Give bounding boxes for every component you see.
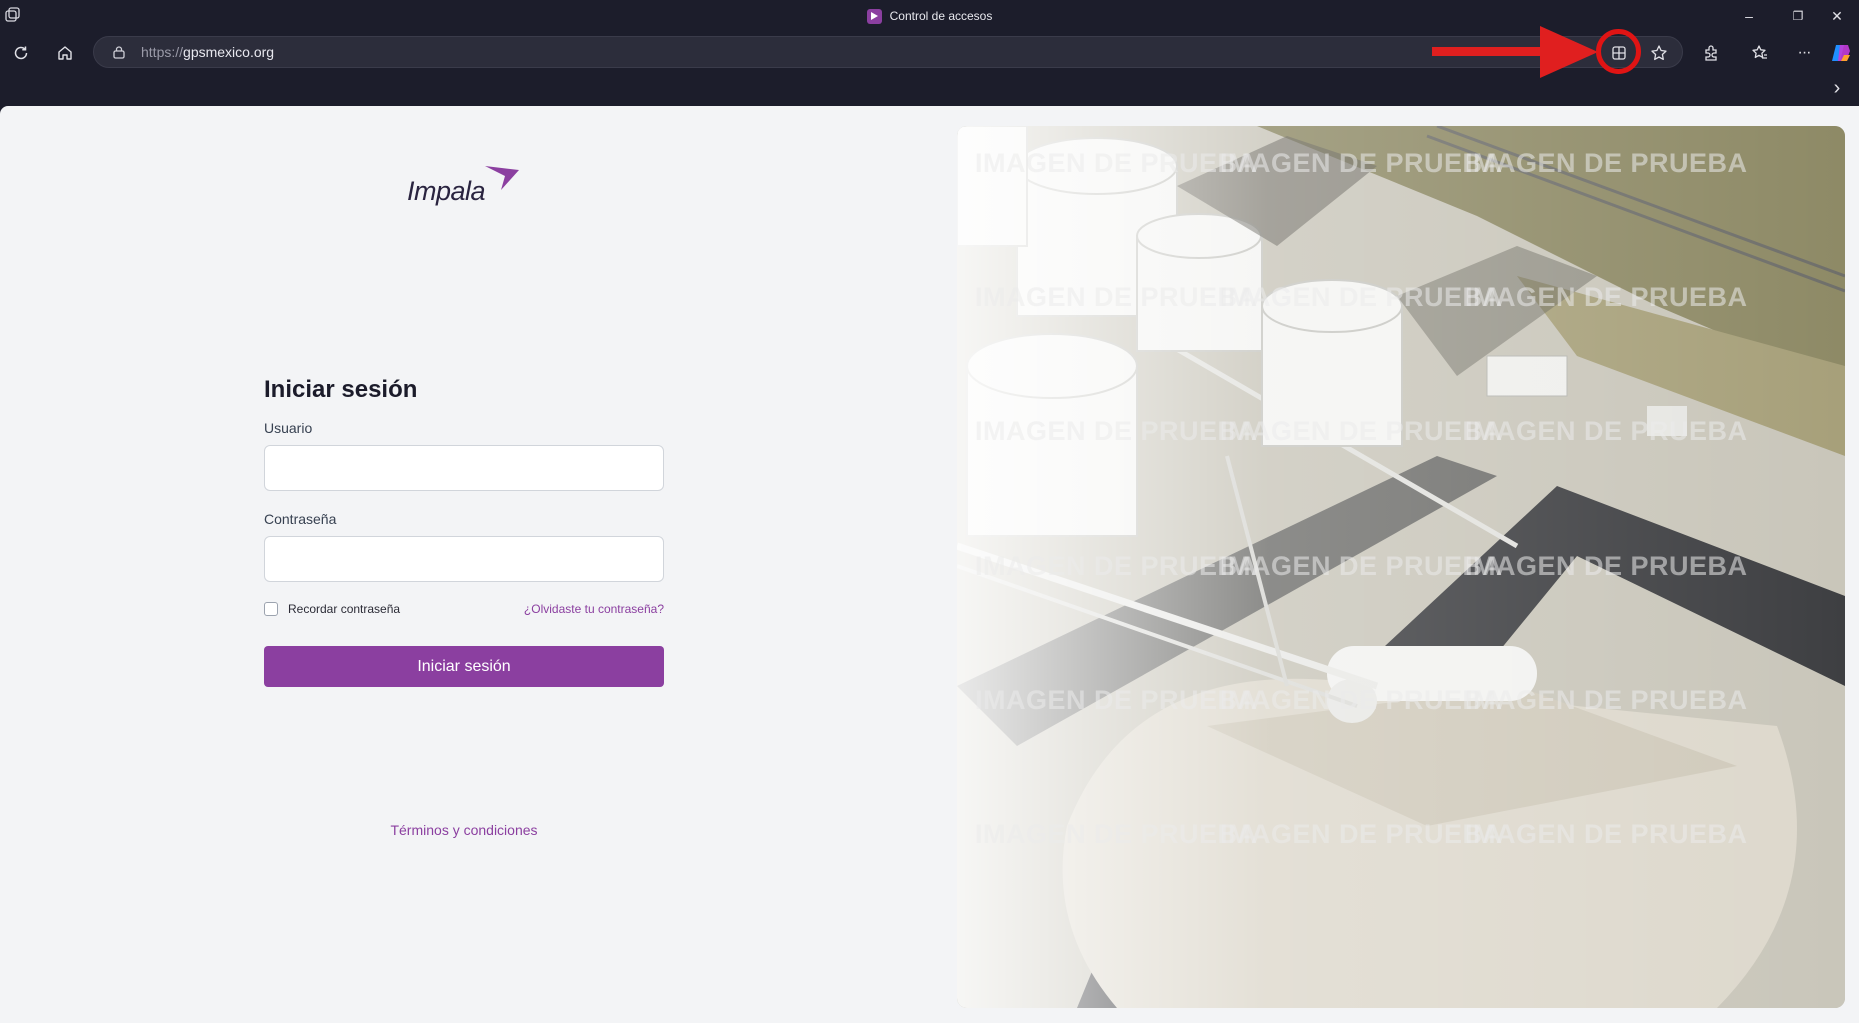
url-host: gpsmexico.org [183, 44, 275, 60]
options-row: Recordar contraseña ¿Olvidaste tu contra… [264, 599, 664, 619]
remember-checkbox[interactable] [264, 602, 278, 616]
bookmarks-bar: › [0, 74, 1859, 106]
star-icon [1651, 45, 1667, 61]
watermark: IMAGEN DE PRUEBA [1220, 819, 1503, 849]
password-input[interactable] [264, 536, 664, 582]
extensions-icon [1705, 45, 1717, 61]
favorite-star-button[interactable] [1647, 41, 1671, 65]
url-protocol: https:// [141, 44, 184, 60]
refresh-button[interactable] [3, 35, 39, 71]
site-favicon-icon [866, 8, 882, 24]
favorites-icon [1752, 45, 1767, 59]
favorites-button[interactable] [1742, 35, 1778, 71]
copilot-button[interactable] [1823, 35, 1859, 71]
annotation-arrow-head [1540, 26, 1598, 78]
forgot-password-link[interactable]: ¿Olvidaste tu contraseña? [524, 602, 664, 616]
page-content: Impala Iniciar sesión Usuario Contraseña… [0, 106, 1859, 1023]
tab-title: Control de accesos [889, 9, 993, 23]
impala-logo: Impala [405, 164, 545, 214]
watermark: IMAGEN DE PRUEBA [975, 685, 1258, 715]
watermark: IMAGEN DE PRUEBA [1465, 148, 1748, 178]
watermark: IMAGEN DE PRUEBA [1465, 551, 1748, 581]
logo-arrow-icon [485, 166, 519, 190]
terms-link[interactable]: Términos y condiciones [264, 822, 664, 838]
watermark: IMAGEN DE PRUEBA [1220, 148, 1503, 178]
watermark: IMAGEN DE PRUEBA [1220, 685, 1503, 715]
hero-image: IMAGEN DE PRUEBA IMAGEN DE PRUEBA IMAGEN… [957, 126, 1845, 1008]
minimize-button[interactable]: – [1727, 0, 1771, 32]
restore-button[interactable]: ❐ [1776, 0, 1820, 32]
annotation-highlight-circle [1596, 29, 1641, 74]
login-title: Iniciar sesión [264, 376, 418, 403]
remember-label: Recordar contraseña [288, 602, 401, 616]
login-form: Iniciar sesión Usuario Contraseña Record… [264, 376, 664, 687]
watermark: IMAGEN DE PRUEBA [1465, 416, 1748, 446]
watermark: IMAGEN DE PRUEBA [975, 148, 1258, 178]
password-label: Contraseña [264, 511, 337, 527]
watermark: IMAGEN DE PRUEBA [1220, 282, 1503, 312]
watermark: IMAGEN DE PRUEBA [1220, 416, 1503, 446]
watermark: IMAGEN DE PRUEBA [1465, 282, 1748, 312]
lock-icon[interactable] [112, 45, 126, 59]
extensions-button[interactable] [1693, 35, 1729, 71]
watermark: IMAGEN DE PRUEBA [975, 819, 1258, 849]
logo-text: Impala [407, 176, 486, 206]
watermark: IMAGEN DE PRUEBA [975, 282, 1258, 312]
watermark: IMAGEN DE PRUEBA [1465, 685, 1748, 715]
copilot-icon [1832, 45, 1850, 61]
watermark: IMAGEN DE PRUEBA [1465, 819, 1748, 849]
more-button[interactable]: ··· [1786, 35, 1822, 71]
login-button[interactable]: Iniciar sesión [264, 646, 664, 687]
home-icon [58, 46, 72, 60]
close-button[interactable]: ✕ [1815, 0, 1859, 32]
remember-option[interactable]: Recordar contraseña [264, 602, 400, 616]
sidebar-expand-button[interactable]: › [1822, 74, 1852, 102]
home-button[interactable] [47, 35, 83, 71]
watermark: IMAGEN DE PRUEBA [975, 551, 1258, 581]
annotation-arrow-shaft [1432, 47, 1550, 56]
url-text[interactable]: https://gpsmexico.org [141, 37, 274, 67]
username-input[interactable] [264, 445, 664, 491]
username-label: Usuario [264, 420, 313, 436]
refresh-icon [14, 46, 28, 60]
watermark: IMAGEN DE PRUEBA [1220, 551, 1503, 581]
watermark: IMAGEN DE PRUEBA [975, 416, 1258, 446]
